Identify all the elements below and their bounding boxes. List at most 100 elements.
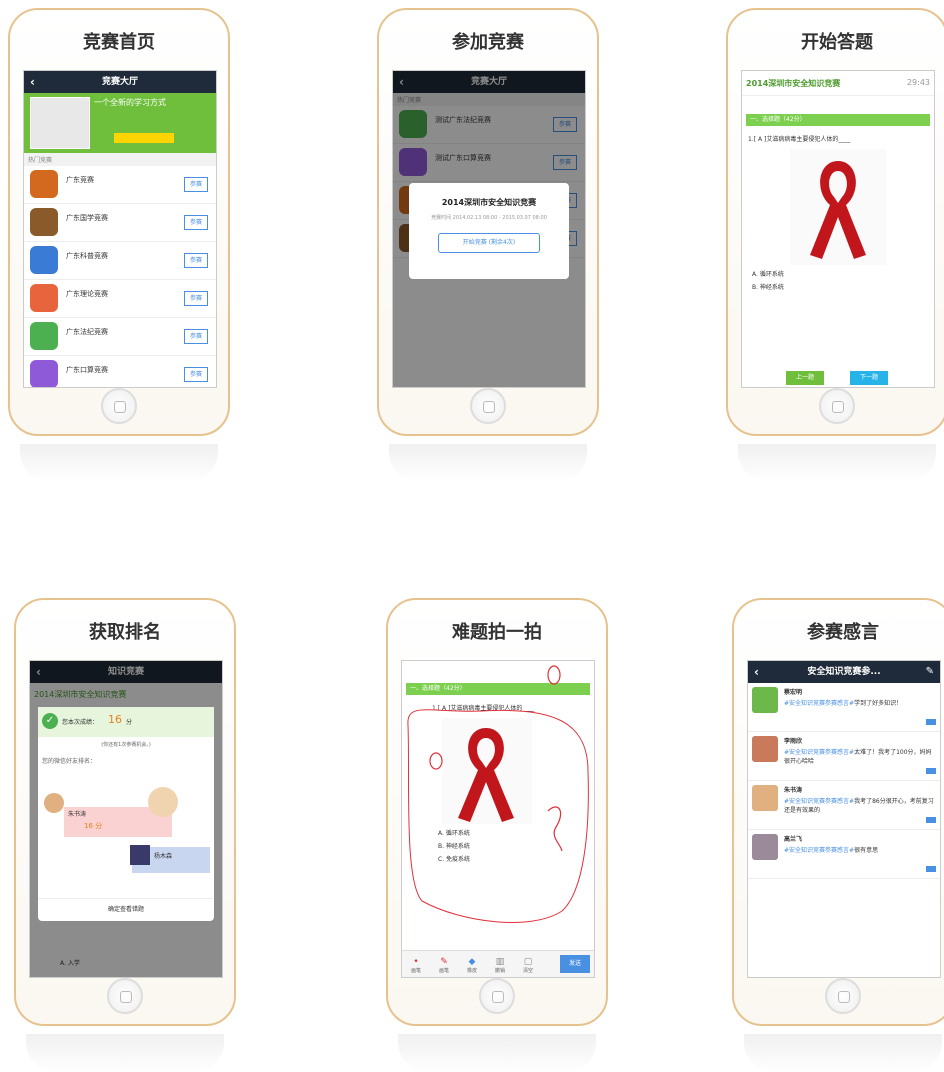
confirm-button[interactable]: 确定查看错题: [38, 898, 214, 921]
avatar: [752, 736, 778, 762]
join-button[interactable]: 参赛: [184, 291, 208, 306]
contest-list: 广东竞赛 参赛 广东国学竞赛 参赛 广东科普竞赛 参赛 广东理论竞赛 参赛 广东法纪竞赛 参赛 广东…: [24, 166, 216, 387]
section-bar: 一、选择题（42分）: [746, 114, 930, 126]
score-row: ✓ 您本次成绩： 16 分: [38, 707, 214, 737]
undo-tool[interactable]: ▥ 撤销: [488, 957, 512, 974]
tool-label: 清空: [522, 968, 533, 974]
contest-row[interactable]: 广东竞赛 参赛: [24, 166, 216, 204]
question-text: 1.[ A ]艾滋病病毒主要侵犯人体的____: [748, 136, 851, 143]
reply-icon[interactable]: [926, 817, 936, 823]
avatar: [44, 793, 64, 813]
phone-reflection: [20, 444, 218, 482]
join-button[interactable]: 参赛: [184, 367, 208, 382]
rank-dialog: ✓ 您本次成绩： 16 分 (你还有1次参赛机会。) 您的微信好友排名： 朱书涛…: [38, 707, 214, 921]
nav-title: 安全知识竞赛参...: [807, 667, 881, 677]
ribbon-image: [742, 147, 934, 267]
phone-title: 难题拍一拍: [452, 622, 542, 643]
phone-reflection: [398, 1034, 596, 1072]
eraser-tool[interactable]: ◆ 橡皮: [460, 957, 484, 974]
score-value: 16: [108, 713, 122, 726]
avatar: [752, 687, 778, 713]
next-question-button[interactable]: 下一题: [850, 371, 888, 385]
join-button[interactable]: 参赛: [184, 177, 208, 192]
start-contest-button[interactable]: 开始竞赛 (剩余4次): [438, 233, 540, 253]
comment-text: #安全知识竞赛参赛感言#学到了好多知识！: [784, 699, 936, 708]
screen-rank: ‹ 知识竞赛 2014深圳市安全知识竞赛 A. 入学 ✓ 您本次成绩： 16 分…: [29, 660, 223, 978]
home-button[interactable]: [107, 978, 143, 1014]
contest-icon: [30, 360, 58, 387]
cartoon-avatar: [148, 787, 178, 817]
back-icon[interactable]: ‹: [754, 661, 759, 683]
prev-question-button[interactable]: 上一题: [786, 371, 824, 385]
comment-item: 高兰飞 #安全知识竞赛参赛感言#很有意思: [748, 830, 940, 879]
join-button[interactable]: 参赛: [184, 329, 208, 344]
phone-title: 参加竞赛: [452, 32, 524, 53]
contest-row[interactable]: 广东口算竞赛 参赛: [24, 356, 216, 387]
aids-ribbon-icon: [790, 149, 886, 265]
reply-icon[interactable]: [926, 768, 936, 774]
option-b[interactable]: B. 神经系统: [742, 280, 934, 293]
home-button[interactable]: [819, 388, 855, 424]
phone-rank: 获取排名 ‹ 知识竞赛 2014深圳市安全知识竞赛 A. 入学 ✓ 您本次成绩：…: [14, 598, 236, 1072]
draw-toolbar: • 画笔 ✎ 画笔 ◆ 橡皮 ▥ 撤销 ▢ 清空 发送: [402, 950, 594, 977]
section-label: 热门竞赛: [24, 153, 216, 166]
contest-icon: [30, 322, 58, 350]
phone-title: 竞赛首页: [83, 32, 155, 53]
tool-label: 画笔: [438, 968, 449, 974]
clear-tool[interactable]: ▢ 清空: [516, 957, 540, 974]
contest-icon: [30, 246, 58, 274]
send-button[interactable]: 发送: [560, 955, 590, 973]
check-icon: ✓: [42, 713, 58, 729]
home-button[interactable]: [101, 388, 137, 424]
contest-name: 广东理论竞赛: [66, 290, 108, 298]
comment-tag[interactable]: #安全知识竞赛参赛感言#: [784, 798, 854, 805]
contest-row[interactable]: 广东理论竞赛 参赛: [24, 280, 216, 318]
quiz-meta: [742, 96, 934, 110]
screen-photo: 一、选择题（42分） 1.[ A ]艾滋病病毒主要侵犯人体的____ A. 循环…: [401, 660, 595, 978]
join-button[interactable]: 参赛: [184, 253, 208, 268]
contest-row[interactable]: 广东法纪竞赛 参赛: [24, 318, 216, 356]
user1-score: 16 分: [84, 822, 103, 830]
back-icon[interactable]: ‹: [30, 71, 35, 93]
contest-icon: [30, 208, 58, 236]
contest-name: 广东竞赛: [66, 176, 94, 184]
home-button[interactable]: [479, 978, 515, 1014]
friends-label: 您的微信好友排名：: [42, 758, 97, 765]
comment-tag[interactable]: #安全知识竞赛参赛感言#: [784, 749, 854, 756]
comment-author: 蔡宏明: [784, 689, 803, 696]
option-a[interactable]: A. 循环系统: [742, 267, 934, 280]
phone-reflection: [744, 1034, 942, 1072]
home-button[interactable]: [825, 978, 861, 1014]
brush-tool[interactable]: ✎ 画笔: [432, 957, 456, 974]
avatar: [752, 834, 778, 860]
banner-text: 一个全新的学习方式: [94, 98, 166, 107]
promo-banner[interactable]: 一个全新的学习方式: [24, 93, 216, 153]
phone-reflection: [738, 444, 936, 482]
screen-comments: ‹ 安全知识竞赛参... ✎ 蔡宏明 #安全知识竞赛参赛感言#学到了好多知识！ 李雨…: [747, 660, 941, 978]
comment-author: 高兰飞: [784, 836, 803, 843]
reply-icon[interactable]: [926, 719, 936, 725]
scribble-overlay: [407, 665, 589, 923]
phone-reflection: [26, 1034, 224, 1072]
contest-row[interactable]: 广东科普竞赛 参赛: [24, 242, 216, 280]
join-button[interactable]: 参赛: [184, 215, 208, 230]
home-button[interactable]: [470, 388, 506, 424]
phone-reflection: [389, 444, 587, 482]
comment-tag[interactable]: #安全知识竞赛参赛感言#: [784, 700, 854, 707]
compose-icon[interactable]: ✎: [926, 661, 934, 683]
contest-name: 广东口算竞赛: [66, 366, 108, 374]
reply-icon[interactable]: [926, 866, 936, 872]
banner-button[interactable]: [114, 133, 174, 143]
comment-tag[interactable]: #安全知识竞赛参赛感言#: [784, 847, 854, 854]
nav-title: 竞赛大厅: [101, 77, 138, 87]
pen-tool[interactable]: • 画笔: [404, 957, 428, 974]
contest-icon: [30, 284, 58, 312]
avatar: [130, 845, 150, 865]
avatar: [752, 785, 778, 811]
contest-row[interactable]: 广东国学竞赛 参赛: [24, 204, 216, 242]
comment-text: #安全知识竞赛参赛感言#我考了86分很开心，考前复习还是有效果的: [784, 797, 936, 815]
nav-bar: ‹ 安全知识竞赛参... ✎: [748, 661, 940, 683]
phone-photo: 难题拍一拍 一、选择题（42分） 1.[ A ]艾滋病病毒主要侵犯人体的____…: [386, 598, 608, 1072]
comment-text: #安全知识竞赛参赛感言#很有意思: [784, 846, 936, 855]
contest-name: 广东国学竞赛: [66, 214, 108, 222]
